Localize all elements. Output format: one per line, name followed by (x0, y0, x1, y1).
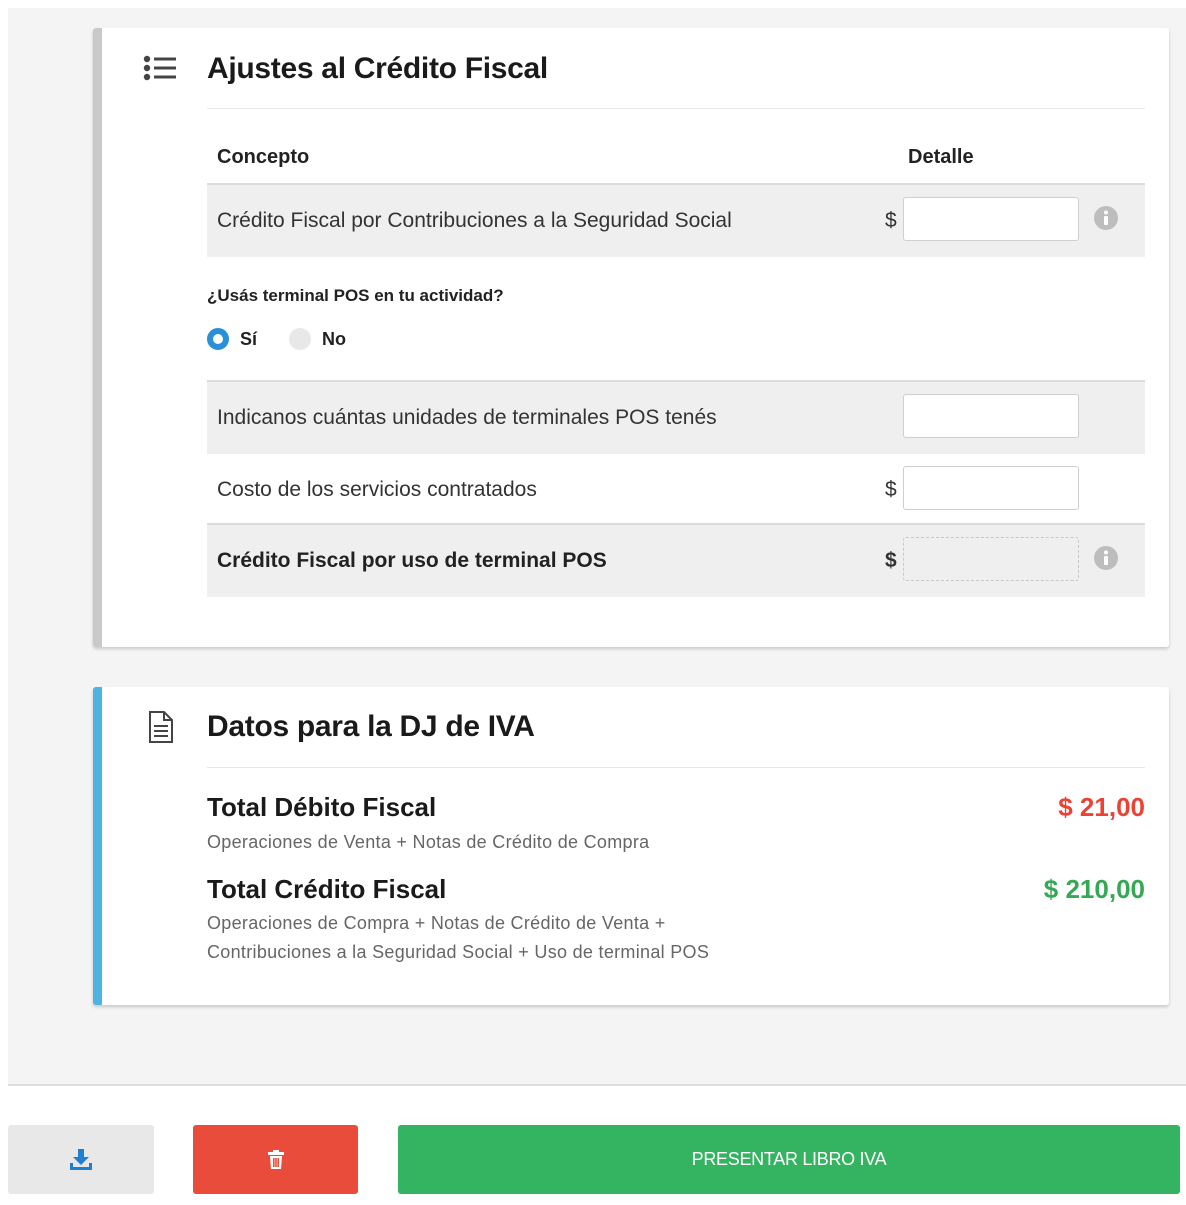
row-seguridad-social: Crédito Fiscal por Contribuciones a la S… (207, 183, 1145, 257)
column-header-detalle: Detalle (908, 146, 974, 168)
row-unidades-pos: Indicanos cuántas unidades de terminales… (207, 380, 1145, 454)
radio-no[interactable] (289, 328, 311, 350)
radio-yes-label[interactable]: Sí (240, 329, 257, 350)
column-header-concepto: Concepto (217, 146, 310, 168)
card-title: Datos para la DJ de IVA (207, 710, 535, 743)
currency-symbol: $ (885, 209, 897, 232)
total-debito-amount: $ 21,00 (1058, 792, 1145, 822)
footer-divider (8, 1084, 1186, 1086)
currency-symbol: $ (885, 478, 897, 501)
row-label: Costo de los servicios contratados (217, 478, 537, 501)
total-credito-description-line1: Operaciones de Compra + Notas de Crédito… (207, 913, 666, 933)
total-credito-description-line2: Contribuciones a la Seguridad Social + U… (207, 942, 710, 962)
row-credito-pos: Crédito Fiscal por uso de terminal POS $ (207, 523, 1145, 597)
list-icon (142, 54, 180, 84)
radio-yes[interactable] (207, 328, 229, 350)
presentar-libro-iva-button[interactable]: PRESENTAR LIBRO IVA (398, 1125, 1180, 1194)
row-label: Crédito Fiscal por uso de terminal POS (217, 549, 607, 572)
info-icon[interactable] (1093, 205, 1119, 231)
ajustes-credito-fiscal-card: Ajustes al Crédito Fiscal Concepto Detal… (93, 28, 1169, 647)
row-label: Indicanos cuántas unidades de terminales… (217, 406, 717, 429)
radio-no-label[interactable]: No (322, 329, 346, 350)
row-label: Crédito Fiscal por Contribuciones a la S… (217, 209, 732, 232)
card-title: Ajustes al Crédito Fiscal (207, 52, 548, 85)
costo-servicios-input[interactable] (903, 466, 1079, 510)
row-costo-servicios: Costo de los servicios contratados $ (207, 454, 1145, 526)
title-divider (207, 108, 1145, 109)
total-credito-label: Total Crédito Fiscal (207, 874, 447, 904)
total-credito-amount: $ 210,00 (1043, 874, 1145, 904)
delete-button[interactable] (193, 1125, 358, 1194)
currency-symbol: $ (885, 549, 897, 572)
trash-icon (193, 1149, 358, 1170)
download-button[interactable] (8, 1125, 154, 1194)
datos-dj-iva-card: Datos para la DJ de IVA Total Débito Fis… (93, 687, 1169, 1005)
info-icon[interactable] (1093, 545, 1119, 571)
total-debito-description: Operaciones de Venta + Notas de Crédito … (207, 832, 650, 852)
credito-pos-input (903, 537, 1079, 581)
seguridad-social-input[interactable] (903, 197, 1079, 241)
title-divider (207, 767, 1145, 768)
document-icon (142, 710, 180, 743)
total-debito-label: Total Débito Fiscal (207, 792, 437, 822)
download-icon (8, 1148, 154, 1172)
pos-question: ¿Usás terminal POS en tu actividad? (207, 286, 504, 305)
unidades-pos-input[interactable] (903, 394, 1079, 438)
